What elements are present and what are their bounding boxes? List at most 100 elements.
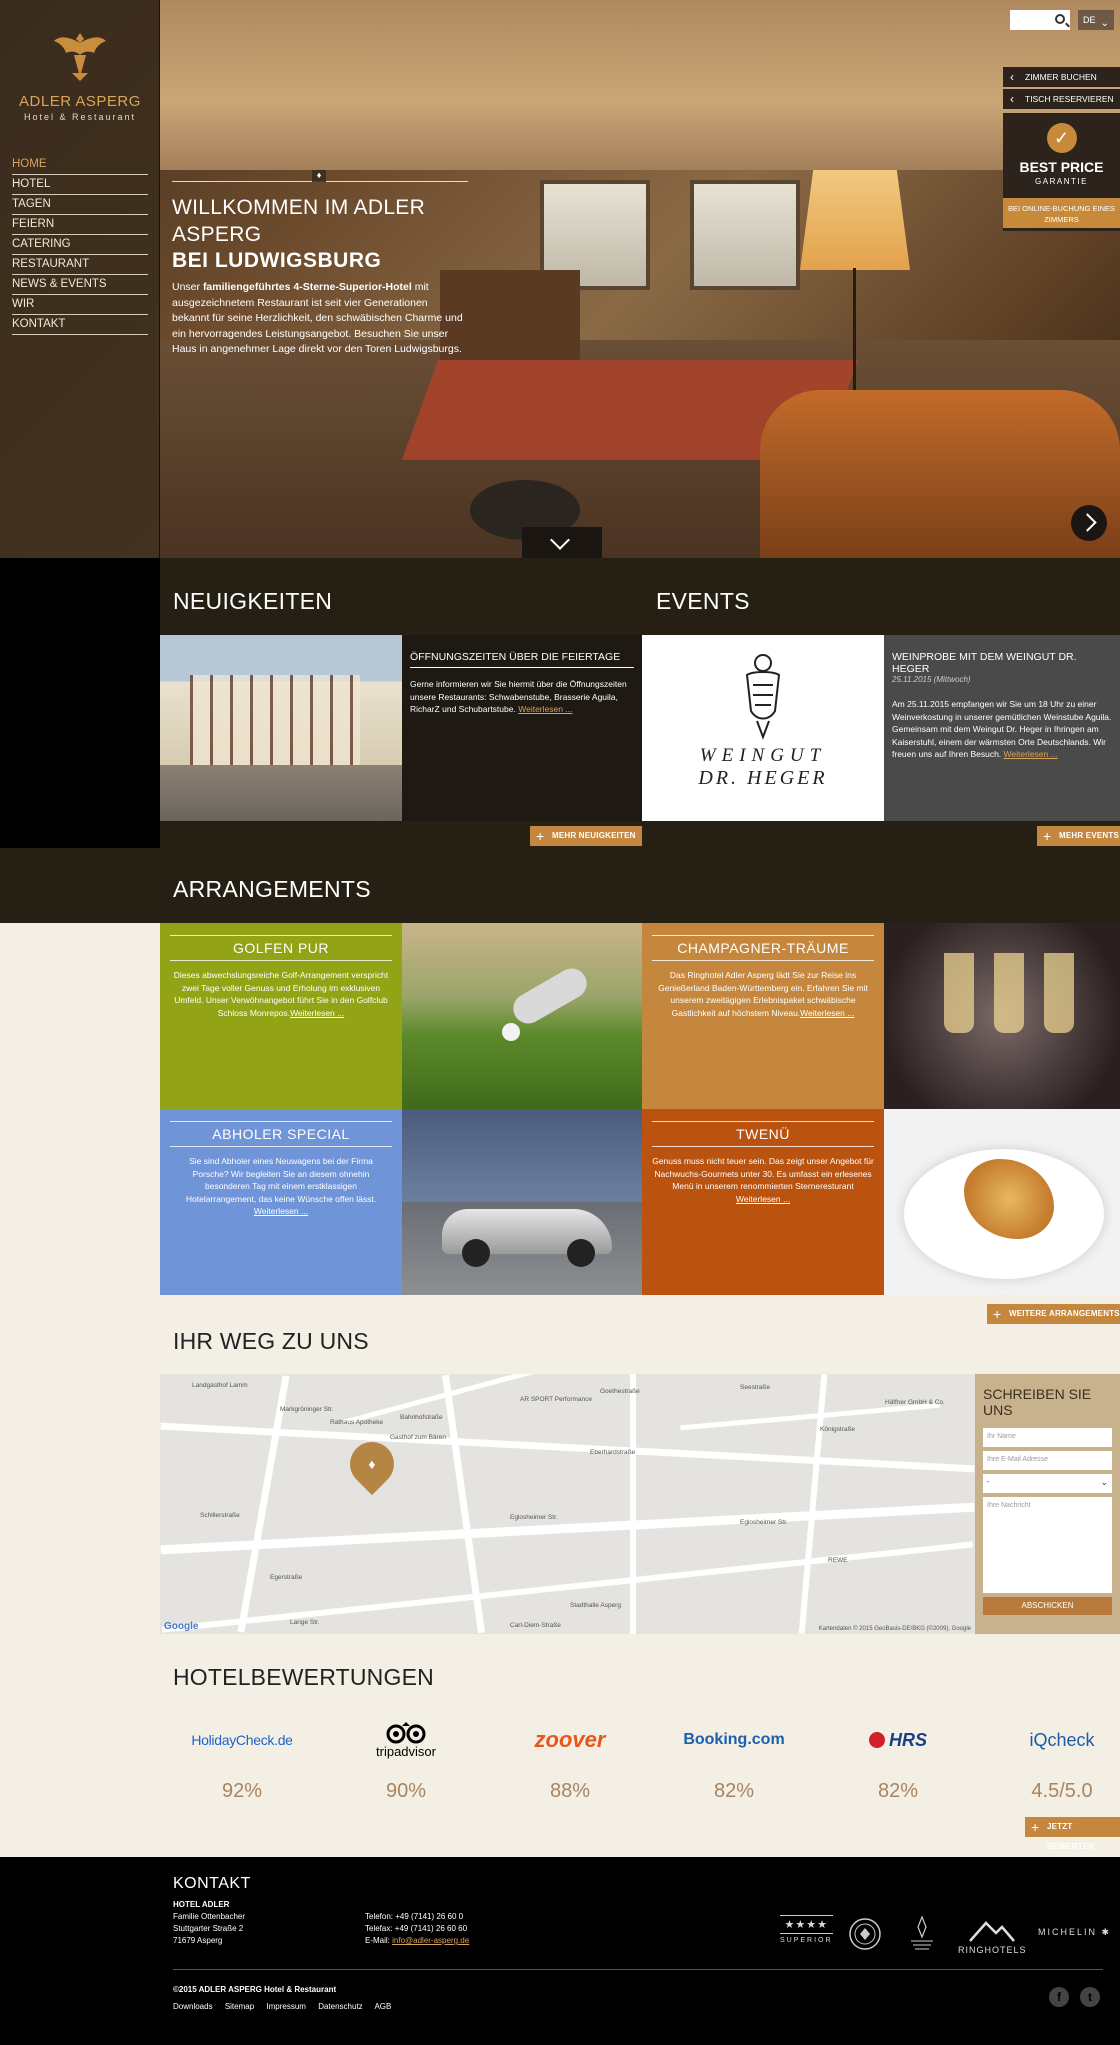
map-road [160, 1502, 975, 1555]
best-price-note: BEI ONLINE-BUCHUNG EINES ZIMMERS [1003, 198, 1120, 228]
review-score: 4.5/5.0 [1031, 1780, 1093, 1802]
arrangement-read-more-link[interactable]: Weiterlesen ... [254, 1206, 308, 1216]
review-score: 82% [713, 1780, 755, 1802]
review-holidaycheck[interactable]: HolidayCheck.de 92% [177, 1720, 307, 1803]
plus-icon: + [1031, 1819, 1040, 1835]
hero-image-ceiling [160, 0, 1120, 170]
subject-select[interactable]: - ⌄ [983, 1474, 1112, 1493]
footer-link-agb[interactable]: AGB [374, 2002, 391, 2011]
footer-link-datenschutz[interactable]: Datenschutz [318, 2002, 362, 2011]
more-events-button[interactable]: + MEHR EVENTS [1037, 826, 1120, 846]
event-image[interactable]: WEINGUT DR. HEGER [642, 635, 884, 821]
main-nav: HOME HOTEL TAGEN FEIERN CATERING RESTAUR… [12, 155, 148, 335]
owl-icon [386, 1721, 426, 1743]
search-input[interactable] [1010, 10, 1070, 30]
more-arrangements-button[interactable]: + WEITERE ARRANGEMENTS [987, 1304, 1120, 1324]
more-news-button[interactable]: + MEHR NEUIGKEITEN [530, 826, 642, 846]
review-score: 88% [549, 1780, 591, 1802]
nav-item-catering[interactable]: CATERING [12, 235, 148, 255]
footer-email-link[interactable]: info@adler-asperg.de [392, 1936, 469, 1945]
scroll-down-button[interactable] [522, 527, 602, 558]
footer-link-downloads[interactable]: Downloads [173, 2002, 213, 2011]
news-item-text: Gerne informieren wir Sie hiermit über d… [410, 679, 627, 714]
best-price-badge[interactable]: ✓ BEST PRICE GARANTIE BEI ONLINE-BUCHUNG… [1003, 113, 1120, 231]
twitter-icon[interactable]: t [1080, 1987, 1100, 2007]
facebook-icon[interactable]: f [1049, 1987, 1069, 2007]
review-tripadvisor[interactable]: tripadvisor 90% [341, 1720, 471, 1803]
footer-link-impressum[interactable]: Impressum [266, 2002, 306, 2011]
arrangement-read-more-link[interactable]: Weiterlesen ... [290, 1008, 344, 1018]
name-field[interactable]: Ihr Name [983, 1428, 1112, 1447]
chevron-left-icon: ‹ [1010, 92, 1014, 106]
sidebar: ADLER ASPERG Hotel & Restaurant HOME HOT… [0, 0, 160, 558]
arrangement-twenue[interactable]: TWENÜ Genuss muss nicht teuer sein. Das … [642, 1109, 884, 1295]
email-field[interactable]: Ihre E-Mail Adresse [983, 1451, 1112, 1470]
rate-now-button[interactable]: + JETZT BEWERTEN [1025, 1817, 1120, 1851]
hotel-location-pin-icon[interactable]: ♦ [340, 1432, 404, 1496]
search-icon[interactable] [1055, 14, 1065, 24]
arrangement-read-more-link[interactable]: Weiterlesen ... [736, 1194, 790, 1204]
message-field[interactable]: Ihre Nachricht [983, 1497, 1112, 1593]
star-icon: ★★★★ [780, 1915, 833, 1934]
review-hrs[interactable]: HRS 82% [833, 1720, 963, 1803]
reserve-table-button[interactable]: ‹ TISCH RESERVIEREN [1003, 89, 1120, 109]
weingut-logo-line2: DR. HEGER [698, 767, 828, 789]
porsche-image[interactable] [402, 1109, 644, 1295]
nav-item-restaurant[interactable]: RESTAURANT [12, 255, 148, 275]
hrs-logo: HRS [833, 1720, 963, 1760]
map-label: AR SPORT Performance [520, 1396, 593, 1403]
review-score: 92% [221, 1780, 263, 1802]
footer-link-sitemap[interactable]: Sitemap [225, 2002, 254, 2011]
contact-form: SCHREIBEN SIE UNS Ihr Name Ihre E-Mail A… [975, 1374, 1120, 1634]
submit-button[interactable]: ABSCHICKEN [983, 1597, 1112, 1615]
review-zoover[interactable]: zoover 88% [505, 1720, 635, 1803]
logo[interactable]: ADLER ASPERG Hotel & Restaurant [0, 25, 160, 122]
map-label: Lange Str. [290, 1619, 320, 1626]
arrangement-text: Sie sind Abholer eines Neuwagens bei der… [185, 1156, 377, 1216]
footer-phone: Telefon: +49 (7141) 26 60 0 Telefax: +49… [365, 1912, 470, 1945]
map-label: Landgasthof Lamm [192, 1382, 248, 1389]
contact-form-title: SCHREIBEN SIE UNS [983, 1386, 1092, 1418]
nav-item-home[interactable]: HOME [12, 155, 148, 175]
superior-badge: ★★★★ SUPERIOR [780, 1915, 833, 1944]
footer-copyright: ©2015 ADLER ASPERG Hotel & Restaurant [173, 1985, 337, 1994]
review-score: 90% [385, 1780, 427, 1802]
news-item-title[interactable]: ÖFFNUNGSZEITEN ÜBER DIE FEIERTAGE [410, 651, 634, 668]
champagne-glass-shape [1044, 953, 1074, 1033]
car-wheel-shape [567, 1239, 595, 1267]
arrangement-abholer[interactable]: ABHOLER SPECIAL Sie sind Abholer eines N… [160, 1109, 402, 1295]
dish-image[interactable] [884, 1109, 1120, 1295]
nav-item-wir[interactable]: WIR [12, 295, 148, 315]
arrangement-golf[interactable]: GOLFEN PUR Dieses abwechslungsreiche Gol… [160, 923, 402, 1109]
golf-image[interactable] [402, 923, 644, 1109]
arrangement-champagner[interactable]: CHAMPAGNER-TRÄUME Das Ringhotel Adler As… [642, 923, 884, 1109]
champagne-image[interactable] [884, 923, 1120, 1109]
ringhotels-icon [969, 1921, 1016, 1942]
hero-image-lamp [800, 170, 910, 270]
arrangement-text: Das Ringhotel Adler Asperg lädt Sie zur … [658, 970, 868, 1018]
ringhotels-badge: RINGHOTELS [958, 1919, 1027, 1955]
chevron-left-icon: ‹ [1010, 70, 1014, 84]
google-logo[interactable]: Google [164, 1621, 198, 1632]
language-select[interactable]: DE ⌄ [1078, 10, 1114, 30]
book-room-button[interactable]: ‹ ZIMMER BUCHEN [1003, 67, 1120, 87]
golf-ball-shape [502, 1023, 520, 1041]
map-label: REWE [828, 1557, 848, 1564]
news-read-more-link[interactable]: Weiterlesen ... [518, 704, 572, 714]
review-booking[interactable]: Booking.com 82% [669, 1720, 799, 1803]
nav-item-tagen[interactable]: TAGEN [12, 195, 148, 215]
map-label: Carl-Diem-Straße [510, 1622, 561, 1629]
map-label: Goethestraße [600, 1388, 640, 1395]
map[interactable]: Eglosheimer Str. Eglosheimer Str. Schill… [160, 1374, 975, 1634]
nav-item-kontakt[interactable]: KONTAKT [12, 315, 148, 335]
nav-item-news-events[interactable]: NEWS & EVENTS [12, 275, 148, 295]
slider-next-button[interactable] [1071, 505, 1107, 541]
nav-item-hotel[interactable]: HOTEL [12, 175, 148, 195]
review-iqcheck[interactable]: iQcheck 4.5/5.0 [997, 1720, 1120, 1803]
seal-icon [848, 1917, 882, 1953]
event-read-more-link[interactable]: Weiterlesen ... [1004, 749, 1058, 759]
arrangement-read-more-link[interactable]: Weiterlesen ... [800, 1008, 854, 1018]
news-image[interactable] [160, 635, 402, 821]
event-item-title[interactable]: WEINPROBE MIT DEM WEINGUT DR. HEGER [892, 651, 1112, 675]
nav-item-feiern[interactable]: FEIERN [12, 215, 148, 235]
